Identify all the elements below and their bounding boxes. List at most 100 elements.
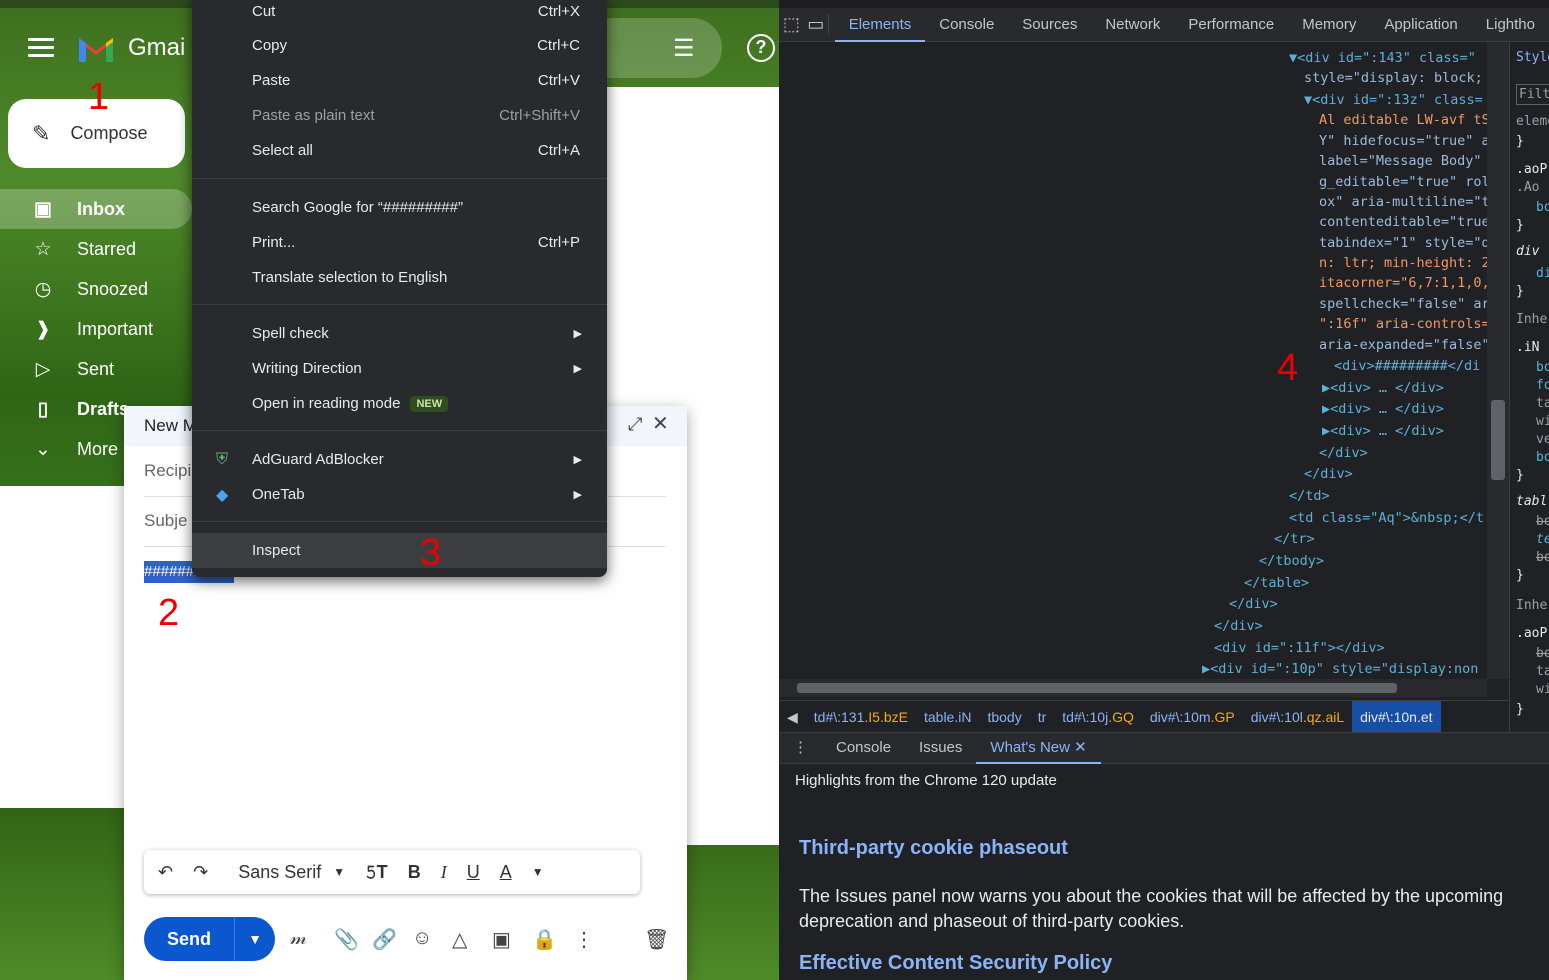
code-line[interactable]: ▶<div> … </div> xyxy=(1322,399,1444,419)
redo-icon[interactable]: ↷ xyxy=(193,862,208,883)
menu-item-print[interactable]: Print... Ctrl+P xyxy=(192,225,607,260)
code-line[interactable]: </tr> xyxy=(1274,529,1315,549)
discard-draft-icon[interactable]: 🗑 xyxy=(644,927,669,952)
menu-item-paste[interactable]: Paste Ctrl+V xyxy=(192,63,607,98)
menu-item-writing-direction[interactable]: Writing Direction ▶ xyxy=(192,351,607,386)
whats-new-heading[interactable]: Effective Content Security Policy xyxy=(799,952,1112,975)
tab-application[interactable]: Application xyxy=(1370,8,1471,42)
tab-memory[interactable]: Memory xyxy=(1288,8,1370,42)
help-icon[interactable]: ? xyxy=(747,34,775,62)
search-bar[interactable] xyxy=(590,18,722,78)
underline-icon[interactable]: U xyxy=(467,862,480,883)
menu-item-cut[interactable]: Cut Ctrl+X xyxy=(192,0,607,29)
more-formatting-icon[interactable]: ▼ xyxy=(532,865,544,879)
tab-performance[interactable]: Performance xyxy=(1174,8,1288,42)
font-selector[interactable]: Sans Serif xyxy=(238,862,321,883)
nav-item-snoozed[interactable]: ◷ Snoozed xyxy=(0,269,192,309)
code-line[interactable]: ox" aria-multiline="t xyxy=(1319,192,1487,212)
scrollbar-thumb[interactable] xyxy=(797,683,1397,693)
breadcrumb-item[interactable]: td#\:10j.GQ xyxy=(1054,701,1142,733)
code-line[interactable]: g_editable="true" rol xyxy=(1319,172,1487,192)
attach-file-icon[interactable]: 📎 xyxy=(334,927,359,952)
chevron-down-icon[interactable]: ▼ xyxy=(333,865,345,879)
code-line[interactable]: </div> xyxy=(1319,443,1368,463)
menu-item-inspect[interactable]: Inspect xyxy=(192,533,607,568)
bold-icon[interactable]: B xyxy=(408,862,421,883)
styles-filter-input[interactable]: Filter xyxy=(1516,84,1549,105)
elements-vertical-scrollbar[interactable] xyxy=(1487,42,1509,679)
recipients-field[interactable]: Recipi xyxy=(144,461,191,481)
code-line[interactable]: tabindex="1" style="d xyxy=(1319,233,1487,253)
nav-item-inbox[interactable]: ▣ Inbox xyxy=(0,189,192,229)
code-line[interactable]: <div>#########</di xyxy=(1334,356,1480,376)
code-line[interactable]: n: ltr; min-height: 2 xyxy=(1319,253,1487,273)
tab-elements[interactable]: Elements xyxy=(834,8,926,42)
italic-icon[interactable]: I xyxy=(441,862,447,883)
emoji-icon[interactable]: ☺ xyxy=(412,927,432,950)
close-icon[interactable]: ✕ xyxy=(1074,739,1087,756)
menu-item-translate[interactable]: Translate selection to English xyxy=(192,260,607,295)
insert-link-icon[interactable]: 🔗 xyxy=(372,927,397,952)
code-line[interactable]: </div> xyxy=(1229,594,1278,614)
code-line[interactable]: ▶<div id=":10p" style="display:non xyxy=(1202,659,1478,679)
tab-network[interactable]: Network xyxy=(1091,8,1174,42)
undo-icon[interactable]: ↶ xyxy=(158,862,173,883)
subject-field[interactable]: Subje xyxy=(144,511,187,531)
breadcrumb-item[interactable]: div#\:10m.GP xyxy=(1142,701,1243,733)
code-line[interactable]: ":16f" aria-controls= xyxy=(1319,314,1487,334)
code-line[interactable]: contenteditable="true xyxy=(1319,212,1487,232)
code-line[interactable]: ▼<div id=":13z" class= xyxy=(1304,90,1483,110)
breadcrumb-item[interactable]: div#\:10l.qz.aiL xyxy=(1243,701,1352,733)
styles-tab[interactable]: Style xyxy=(1516,50,1549,65)
code-line[interactable]: </div> xyxy=(1304,464,1353,484)
menu-item-search-google[interactable]: Search Google for “#########” xyxy=(192,190,607,225)
main-menu-icon[interactable] xyxy=(28,38,54,60)
menu-item-onetab[interactable]: ◆ OneTab ▶ xyxy=(192,477,607,512)
menu-item-reading-mode[interactable]: Open in reading mode NEW xyxy=(192,386,607,421)
whats-new-heading[interactable]: Third-party cookie phaseout xyxy=(799,837,1068,860)
menu-item-select-all[interactable]: Select all Ctrl+A xyxy=(192,133,607,168)
nav-item-important[interactable]: ❱ Important xyxy=(0,309,192,349)
breadcrumb-scroll-left-icon[interactable]: ◀ xyxy=(779,701,806,733)
device-toolbar-icon[interactable]: ▭ xyxy=(804,14,829,35)
drawer-tab-issues[interactable]: Issues xyxy=(905,732,976,764)
inspect-element-icon[interactable]: ⬚ xyxy=(779,14,804,35)
insert-photo-icon[interactable]: ▣ xyxy=(492,927,511,952)
confidential-mode-icon[interactable]: 🔒 xyxy=(532,927,557,952)
scrollbar-thumb[interactable] xyxy=(1491,400,1505,480)
drawer-tab-console[interactable]: Console xyxy=(822,732,905,764)
breadcrumb-item[interactable]: table.iN xyxy=(916,701,979,733)
code-line[interactable]: <td class="Aq">&nbsp;</t xyxy=(1289,508,1484,528)
code-line[interactable]: <div id=":11f"></div> xyxy=(1214,638,1385,658)
code-line[interactable]: </table> xyxy=(1244,573,1309,593)
code-line[interactable]: ▶<div> … </div> xyxy=(1322,378,1444,398)
close-icon[interactable]: ✕ xyxy=(652,411,669,436)
tab-console[interactable]: Console xyxy=(925,8,1008,42)
code-line[interactable]: spellcheck="false" ar xyxy=(1319,294,1487,314)
nav-item-starred[interactable]: ☆ Starred xyxy=(0,229,192,269)
menu-item-copy[interactable]: Copy Ctrl+C xyxy=(192,28,607,63)
formatting-options-icon[interactable]: 𝓂 xyxy=(290,927,307,950)
text-color-icon[interactable]: A xyxy=(500,862,512,883)
schedule-send-icon[interactable]: ▼ xyxy=(234,917,275,961)
tab-sources[interactable]: Sources xyxy=(1008,8,1091,42)
drawer-menu-icon[interactable]: ⋮ xyxy=(779,732,822,764)
code-line[interactable]: Y" hidefocus="true" a xyxy=(1319,131,1487,151)
menu-item-spell-check[interactable]: Spell check ▶ xyxy=(192,316,607,351)
code-line[interactable]: ▼<div id=":143" class=" xyxy=(1289,48,1476,68)
drive-icon[interactable]: △ xyxy=(452,927,467,952)
code-line[interactable]: itacorner="6,7:1,1,0, xyxy=(1319,273,1487,293)
breadcrumb-item-selected[interactable]: div#\:10n.et xyxy=(1352,700,1441,733)
code-line[interactable]: </tbody> xyxy=(1259,551,1324,571)
code-line[interactable]: ▶<div> … </div> xyxy=(1322,421,1444,441)
drawer-tab-whats-new[interactable]: What's New ✕ xyxy=(976,732,1101,764)
nav-item-sent[interactable]: ▷ Sent xyxy=(0,349,192,389)
code-line[interactable]: aria-expanded="false" xyxy=(1319,335,1487,355)
tab-lighthouse[interactable]: Lightho xyxy=(1472,8,1549,42)
code-line[interactable]: label="Message Body" xyxy=(1319,151,1482,171)
menu-item-adguard[interactable]: ⛨ AdGuard AdBlocker ▶ xyxy=(192,442,607,477)
code-line[interactable]: </div> xyxy=(1214,616,1263,636)
breadcrumb-item[interactable]: tr xyxy=(1030,701,1055,733)
font-size-icon[interactable]: 𝟻T xyxy=(365,862,388,883)
menu-item-paste-plain[interactable]: Paste as plain text Ctrl+Shift+V xyxy=(192,98,607,133)
